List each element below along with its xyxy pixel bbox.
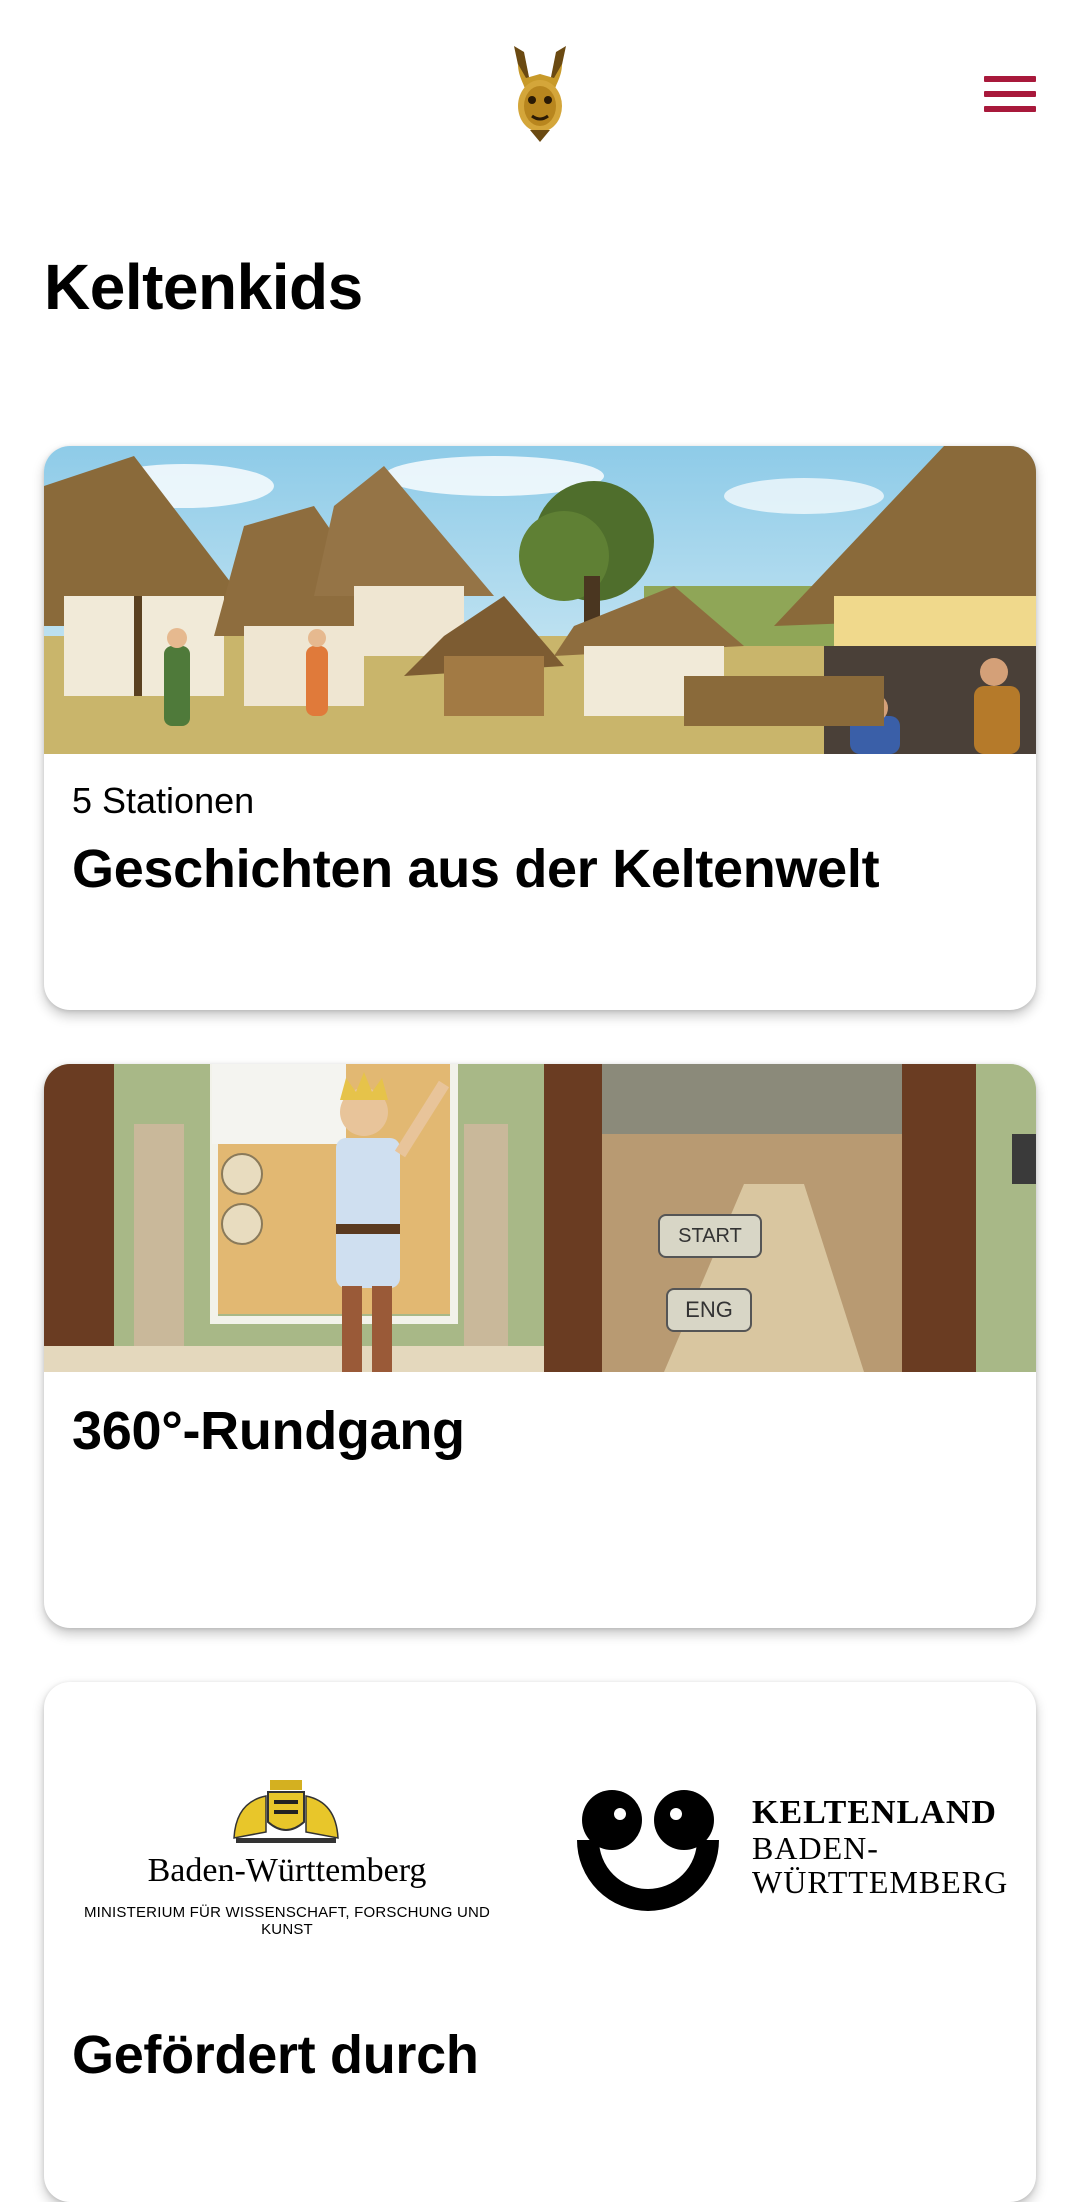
celtic-head-logo-icon[interactable] [504, 44, 576, 144]
bw-name: Baden-Württemberg [147, 1852, 427, 1889]
bw-ministry: MINISTERIUM FÜR WISSENSCHAFT, FORSCHUNG … [83, 1904, 491, 1938]
story-card[interactable]: 5 Stationen Geschichten aus der Keltenwe… [44, 446, 1036, 1010]
hamburger-menu-icon[interactable] [978, 72, 1038, 116]
keltenland-line2: BADEN- [752, 1830, 879, 1866]
coat-of-arms-icon [233, 1780, 339, 1843]
keltenland-logo: KELTENLAND BADEN- WÜRTTEMBERG [568, 1772, 1028, 1922]
card-title: 360°-Rundgang [72, 1401, 465, 1461]
museum-panorama-image [44, 1064, 1036, 1372]
start-button-image: START [658, 1214, 762, 1258]
eng-button-image: ENG [666, 1288, 752, 1332]
station-count: 5 Stationen [72, 780, 255, 821]
app-header [0, 0, 1080, 190]
card-title: Gefördert durch [72, 2025, 479, 2085]
keltenland-line1: KELTENLAND [752, 1794, 997, 1831]
page-title: Keltenkids [44, 251, 363, 323]
tour-card[interactable]: START ENG 360°-Rundgang [44, 1064, 1036, 1628]
baden-wuerttemberg-logo: Baden-Württemberg MINISTERIUM FÜR WISSEN… [62, 1772, 512, 1942]
sponsor-logos: Baden-Württemberg MINISTERIUM FÜR WISSEN… [44, 1772, 1036, 1942]
sponsor-card: Baden-Württemberg MINISTERIUM FÜR WISSEN… [44, 1682, 1036, 2202]
card-title: Geschichten aus der Keltenwelt [72, 839, 880, 899]
torc-ring-icon [577, 1790, 719, 1911]
celtic-village-image [44, 446, 1036, 754]
keltenland-line3: WÜRTTEMBERG [752, 1864, 1009, 1900]
